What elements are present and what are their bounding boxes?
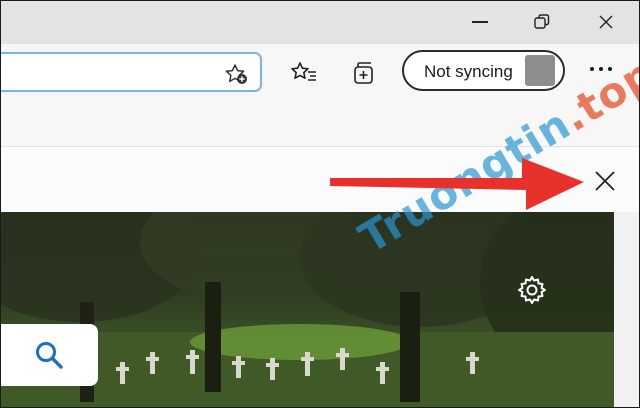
restore-button[interactable]: [512, 0, 572, 44]
browser-toolbar: Not syncing: [0, 44, 640, 106]
settings-gear-icon[interactable]: [516, 274, 548, 306]
page-background-image: [0, 212, 640, 408]
red-arrow-annotation: [330, 158, 584, 210]
favorite-add-icon[interactable]: [224, 63, 248, 85]
search-icon[interactable]: [34, 340, 64, 370]
minimize-button[interactable]: [450, 0, 510, 44]
address-bar[interactable]: [0, 52, 262, 92]
title-bar: [0, 0, 640, 44]
search-box[interactable]: [0, 324, 98, 386]
window-close-button[interactable]: [576, 0, 636, 44]
favorites-list-icon[interactable]: [290, 59, 318, 87]
avatar: [525, 55, 555, 86]
dismiss-icon[interactable]: [593, 169, 617, 193]
restore-icon: [534, 14, 550, 29]
profile-sync-button[interactable]: Not syncing: [402, 50, 565, 91]
close-icon: [599, 15, 613, 29]
scrollbar[interactable]: [614, 212, 640, 408]
minimize-icon: [472, 21, 488, 23]
collections-icon[interactable]: [351, 59, 379, 87]
sync-status-label: Not syncing: [424, 62, 513, 81]
